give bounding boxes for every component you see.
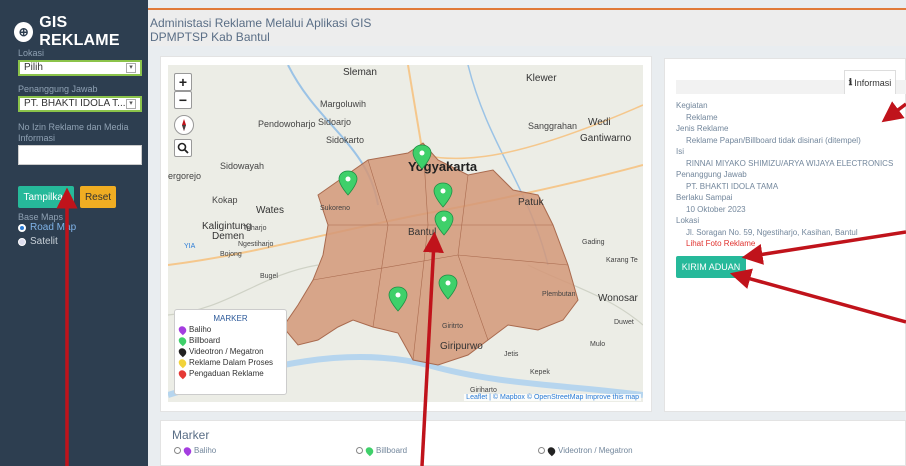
isi-label: Isi (676, 147, 684, 156)
basemap-road-option[interactable]: Road Map (18, 222, 76, 233)
legend-label: Reklame Dalam Proses (189, 358, 274, 367)
billboard-marker (388, 286, 408, 312)
marker-filter-videotron[interactable]: Videotron / Megatron (538, 445, 633, 456)
proses-marker-icon (177, 357, 188, 368)
legend-label: Pengaduan Reklame (189, 369, 264, 378)
legend-label: Videotron / Megatron (189, 347, 264, 356)
marker-filter-label: Videotron / Megatron (558, 446, 633, 455)
no-izin-input[interactable] (18, 145, 142, 165)
legend-item-dalam-proses: Reklame Dalam Proses (177, 357, 282, 368)
billboard-marker (412, 144, 432, 170)
berlaku-sampai-label: Berlaku Sampai (676, 193, 733, 202)
videotron-marker-icon (546, 445, 557, 456)
kegiatan-value: Reklame (686, 112, 718, 122)
billboard-marker-icon (364, 445, 375, 456)
basemap-satelit-label: Satelit (30, 236, 58, 247)
videotron-marker-icon (177, 346, 188, 357)
marker-panel (160, 420, 906, 466)
isi-value: RINNAI MIYAKO SHIMIZU/ARYA WIJAYA ELECTR… (686, 158, 894, 168)
lokasi-info-label: Lokasi (676, 216, 700, 225)
page-header: Administasi Reklame Melalui Aplikasi GIS… (148, 8, 906, 46)
page-title: Administasi Reklame Melalui Aplikasi GIS (150, 16, 372, 30)
penanggung-jawab-select-value: PT. BHAKTI IDOLA T... (24, 98, 126, 109)
radio-button[interactable] (356, 447, 363, 454)
legend-item-billboard: Billboard (177, 335, 282, 346)
tab-informasi-label: Informasi (854, 77, 892, 88)
base-maps-label: Base Maps (18, 212, 64, 222)
basemap-satelit-option[interactable]: Satelit (18, 236, 58, 247)
jenis-reklame-label: Jenis Reklame (676, 124, 729, 133)
info-details: Kegiatan Reklame Jenis Reklame Reklame P… (676, 100, 906, 250)
marker-filter-label: Baliho (194, 446, 217, 455)
baliho-marker-icon (177, 324, 188, 335)
chevron-down-icon: ▾ (126, 99, 136, 109)
sidebar: ⊕ GIS REKLAME Lokasi Pilih ▾ Penanggung … (0, 0, 148, 466)
kegiatan-label: Kegiatan (676, 101, 708, 110)
reset-button[interactable]: Reset (80, 186, 116, 208)
pengaduan-marker-icon (177, 368, 188, 379)
penanggung-jawab-info-label: Penanggung Jawab (676, 170, 747, 179)
map-logo-icon: ⊕ (14, 22, 34, 42)
legend-item-videotron: Videotron / Megatron (177, 346, 282, 357)
no-izin-label: No Izin Reklame dan Media Informasi (18, 122, 129, 143)
info-icon: ℹ (848, 77, 853, 87)
radio-button[interactable] (18, 237, 26, 246)
berlaku-sampai-value: 10 Oktober 2023 (686, 204, 746, 214)
billboard-marker-icon (177, 335, 188, 346)
marker-filter-baliho[interactable]: Baliho (174, 445, 217, 456)
radio-button[interactable] (538, 447, 545, 454)
page-subtitle: DPMPTSP Kab Bantul (150, 30, 270, 44)
legend-label: Billboard (189, 336, 221, 345)
lihat-foto-link[interactable]: Lihat Foto Reklame (676, 238, 906, 250)
legend-title: MARKER (213, 314, 248, 323)
tampilkan-button[interactable]: Tampilkan (18, 186, 74, 208)
penanggung-jawab-label: Penanggung Jawab (18, 84, 98, 94)
baliho-marker-icon (182, 445, 193, 456)
lokasi-select-value: Pilih (24, 62, 43, 73)
map-view[interactable]: + − Sleman Klewer Margoluwih Pendowoharj… (168, 65, 643, 402)
brand: ⊕ GIS REKLAME (14, 14, 148, 50)
penanggung-jawab-select[interactable]: PT. BHAKTI IDOLA T... ▾ (18, 96, 142, 112)
chevron-down-icon: ▾ (126, 63, 136, 73)
legend-item-pengaduan: Pengaduan Reklame (177, 368, 282, 379)
billboard-marker (338, 170, 358, 196)
app-title: GIS REKLAME (39, 14, 120, 49)
radio-button[interactable] (174, 447, 181, 454)
basemap-road-label: Road Map (30, 222, 77, 233)
marker-filter-billboard[interactable]: Billboard (356, 445, 408, 456)
radio-button-selected[interactable] (18, 223, 26, 232)
lokasi-label: Lokasi (18, 48, 45, 58)
penanggung-jawab-info-value: PT. BHAKTI IDOLA TAMA (686, 181, 779, 191)
billboard-marker (438, 274, 458, 300)
billboard-marker (434, 210, 454, 236)
lokasi-select[interactable]: Pilih ▾ (18, 60, 142, 76)
legend-item-baliho: Baliho (177, 324, 282, 335)
lokasi-info-value: Jl. Soragan No. 59, Ngestiharjo, Kasihan… (686, 227, 858, 237)
tab-informasi[interactable]: ℹ Informasi (844, 70, 896, 94)
jenis-reklame-value: Reklame Papan/Billboard tidak disinari (… (686, 135, 861, 145)
map-legend: MARKER Baliho Billboard Videotron / Mega… (174, 309, 287, 395)
marker-section-title: Marker (172, 428, 210, 442)
kirim-aduan-button[interactable]: KIRIM ADUAN (676, 256, 746, 278)
billboard-marker (433, 182, 453, 208)
marker-filter-label: Billboard (376, 446, 408, 455)
map-attribution[interactable]: Leaflet | © Mapbox © OpenStreetMap Impro… (464, 394, 641, 401)
legend-label: Baliho (189, 325, 212, 334)
